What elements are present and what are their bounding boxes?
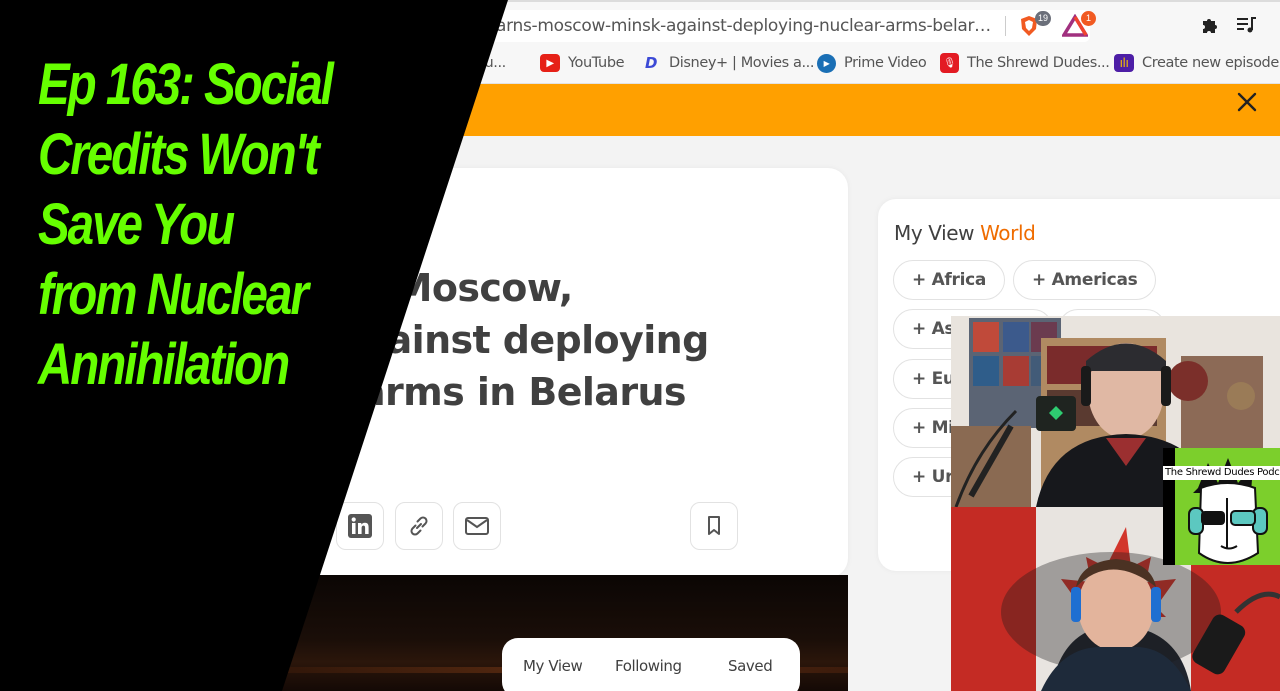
url-text[interactable]: arns-moscow-minsk-against-deploying-nucl… xyxy=(496,16,996,36)
bookmark-shrewd-dudes[interactable]: 🎙 The Shrewd Dudes... xyxy=(940,52,1110,74)
rewards-count-badge: 1 xyxy=(1081,11,1096,26)
headline-line: arms in Belarus xyxy=(360,370,687,414)
address-bar[interactable]: arns-moscow-minsk-against-deploying-nucl… xyxy=(300,10,1096,42)
my-view-title: My View World xyxy=(894,221,1036,245)
bookmark-label: Disney+ | Movies a... xyxy=(669,55,815,71)
podcast-name-label: The Shrewd Dudes Podcast xyxy=(1163,466,1280,480)
my-view-title-prefix: My View xyxy=(894,221,975,245)
tab-saved[interactable]: Saved xyxy=(728,657,773,675)
bookmark-youtube[interactable]: ▶ YouTube xyxy=(540,52,625,74)
bottom-nav: My View Following Saved xyxy=(502,638,800,691)
brave-rewards-button[interactable]: 1 xyxy=(1060,11,1096,38)
my-view-title-accent: World xyxy=(980,221,1036,245)
bookmark-label: The Shrewd Dudes... xyxy=(967,55,1110,71)
episode-title: Ep 163: Social Credits Won't Save You fr… xyxy=(38,50,399,400)
disney-icon: D xyxy=(644,54,658,72)
bookmark-label: irtu... xyxy=(470,55,506,71)
podcast-mic-icon: 🎙 xyxy=(940,53,959,73)
shields-count-badge: 19 xyxy=(1034,11,1051,26)
episode-title-line: Ep 163: Social xyxy=(38,52,334,117)
email-icon xyxy=(465,517,489,535)
episode-title-line: Save You xyxy=(38,192,235,257)
browser-toolbar: arns-moscow-minsk-against-deploying-nucl… xyxy=(0,0,1280,44)
extensions-puzzle-icon[interactable] xyxy=(1199,15,1221,37)
copy-link-button[interactable] xyxy=(395,502,443,550)
tab-my-view[interactable]: My View xyxy=(523,657,583,675)
chip-africa[interactable]: + Africa xyxy=(893,260,1006,300)
prime-video-icon: ▶ xyxy=(817,53,836,73)
banner-link[interactable]: low xyxy=(400,94,427,112)
share-linkedin-button[interactable] xyxy=(336,502,384,550)
share-email-button[interactable] xyxy=(453,502,501,550)
bookmark-anchor[interactable]: ılı Create new episode... xyxy=(1114,52,1280,74)
bookmark-label: YouTube xyxy=(568,55,625,71)
banner-close-button[interactable] xyxy=(1233,88,1261,116)
bookmark-icon xyxy=(708,516,720,535)
chip-americas[interactable]: + Americas xyxy=(1013,260,1157,300)
linkedin-icon xyxy=(348,514,372,538)
headline-line: s Moscow, xyxy=(360,266,573,310)
headline-line: gainst deploying xyxy=(360,318,709,362)
podcast-logo-overlay: The Shrewd Dudes Podcast xyxy=(1163,448,1280,565)
bookmark-label: Prime Video xyxy=(844,55,927,71)
anchor-podcast-icon: ılı xyxy=(1114,54,1134,72)
bookmark-item[interactable]: irtu... xyxy=(470,52,506,74)
bookmark-prime-video[interactable]: ▶ Prime Video xyxy=(817,52,927,74)
episode-title-line: from Nuclear xyxy=(38,262,309,327)
youtube-icon: ▶ xyxy=(540,54,560,72)
address-bar-divider xyxy=(1005,16,1006,36)
bookmark-label: Create new episode... xyxy=(1142,55,1280,71)
article-headline: s Moscow, gainst deploying arms in Belar… xyxy=(360,262,840,418)
brave-shields-button[interactable]: 19 xyxy=(1017,11,1051,38)
bookmark-article-button[interactable] xyxy=(690,502,738,550)
playlist-icon[interactable] xyxy=(1236,15,1258,37)
episode-title-line: Annihilation xyxy=(38,332,290,397)
tab-following[interactable]: Following xyxy=(615,657,682,675)
link-icon xyxy=(410,516,428,536)
episode-title-line: Credits Won't xyxy=(38,122,320,187)
bookmark-disney[interactable]: D Disney+ | Movies a... xyxy=(641,52,815,74)
close-icon xyxy=(1237,92,1257,112)
